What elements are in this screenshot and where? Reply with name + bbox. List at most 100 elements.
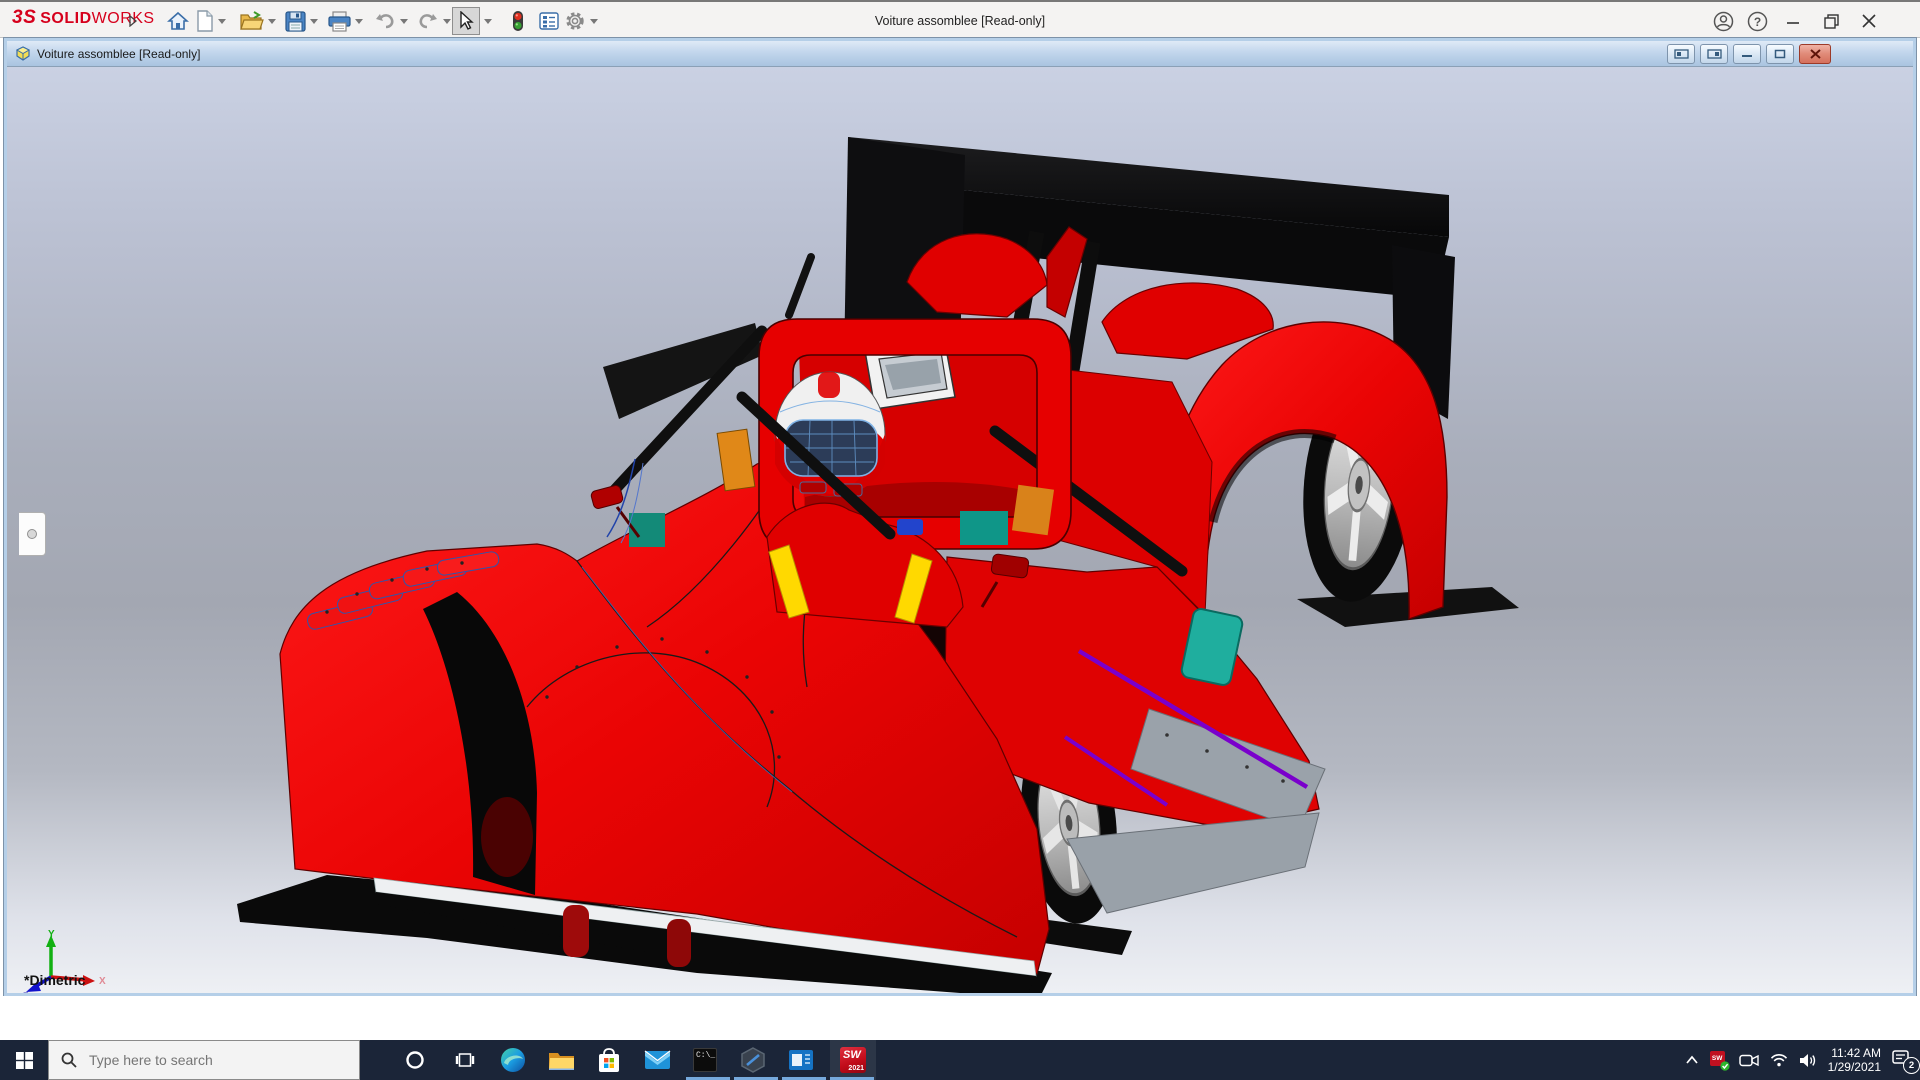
- windscreen: [603, 323, 763, 419]
- appearances-button[interactable]: [504, 7, 532, 35]
- interior-orange: [1012, 485, 1054, 536]
- undo-button[interactable]: [374, 7, 408, 35]
- doc-restore-icon: [1774, 49, 1786, 59]
- save-dropdown[interactable]: [310, 19, 318, 24]
- harness-buckle: [897, 519, 923, 535]
- meet-now-icon[interactable]: [1739, 1053, 1759, 1068]
- select-dropdown[interactable]: [484, 19, 492, 24]
- pane-toggle-right-button[interactable]: [1700, 44, 1728, 64]
- close-button[interactable]: [1854, 2, 1884, 40]
- interior-orange: [717, 429, 755, 491]
- select-cursor-icon: [457, 11, 475, 31]
- undo-icon: [374, 11, 396, 31]
- print-button[interactable]: [328, 7, 363, 35]
- open-icon: [240, 11, 264, 31]
- taskbar-app-desktop-app[interactable]: [777, 1040, 825, 1080]
- pane-right-icon: [1707, 49, 1722, 59]
- taskbar-app-solidworks[interactable]: SW 2021: [829, 1040, 877, 1080]
- display-pane-button[interactable]: [535, 7, 563, 35]
- search-input[interactable]: [87, 1051, 331, 1069]
- open-button[interactable]: [240, 7, 276, 35]
- doc-minimize-icon: [1741, 49, 1753, 59]
- solidworks-monitor-icon[interactable]: SW: [1710, 1051, 1728, 1069]
- select-button[interactable]: [452, 7, 492, 35]
- car-model: [7, 67, 1913, 993]
- restore-button[interactable]: [1816, 2, 1846, 40]
- gear-icon: [564, 10, 586, 32]
- triad-y-label: Y: [48, 929, 55, 940]
- mail-icon: [644, 1050, 671, 1070]
- cortana-button[interactable]: [392, 1040, 438, 1080]
- volume-icon[interactable]: [1799, 1053, 1817, 1068]
- new-document-button[interactable]: [196, 7, 226, 35]
- doc-close-button[interactable]: [1799, 44, 1831, 64]
- start-button[interactable]: [0, 1040, 48, 1080]
- task-view-icon: [455, 1052, 475, 1068]
- options-button[interactable]: [564, 7, 598, 35]
- taskbar: C:\_ SW 2021 SW 11:42 AM 1/29/2021 2: [0, 1040, 1920, 1080]
- taskbar-app-file-explorer[interactable]: [537, 1040, 585, 1080]
- windows-logo-icon: [16, 1052, 33, 1069]
- tray-chevron-up-icon[interactable]: [1685, 1055, 1699, 1065]
- notification-badge: 2: [1903, 1057, 1920, 1074]
- app-window-title: Voiture assomblee [Read-only]: [760, 2, 1160, 40]
- menu-flyout-arrow[interactable]: [128, 7, 138, 35]
- brand-bold: SOLID: [40, 10, 91, 27]
- tray-time: 11:42 AM: [1828, 1046, 1881, 1060]
- document-window: Voiture assomblee [Read-only]: [4, 38, 1916, 996]
- help-button[interactable]: ?: [1742, 2, 1772, 40]
- save-icon: [285, 11, 306, 32]
- taskbar-search[interactable]: [48, 1040, 360, 1080]
- appearance-traffic-light-icon: [511, 10, 525, 32]
- help-icon: ?: [1747, 11, 1768, 32]
- minimize-icon: [1786, 14, 1800, 28]
- home-icon: [167, 11, 189, 31]
- app-title-bar: 3S SOLIDWORKS Voi: [0, 0, 1920, 38]
- print-icon: [328, 11, 351, 32]
- feature-pane-tab[interactable]: [19, 512, 46, 556]
- notification-center-button[interactable]: 2: [1892, 1050, 1914, 1070]
- close-icon: [1862, 14, 1876, 28]
- taskbar-app-command-prompt[interactable]: C:\_: [681, 1040, 729, 1080]
- account-icon: [1713, 11, 1734, 32]
- home-button[interactable]: [164, 7, 192, 35]
- pane-toggle-left-button[interactable]: [1667, 44, 1695, 64]
- triad-z-label: Z: [23, 991, 29, 993]
- redo-dropdown[interactable]: [443, 19, 451, 24]
- pane-left-icon: [1674, 49, 1689, 59]
- pane-tab-knob: [27, 529, 37, 539]
- microsoft-store-icon: [597, 1048, 621, 1073]
- flyout-arrow-icon: [128, 15, 138, 27]
- graphics-viewport[interactable]: Y X Z *Dimetric: [7, 67, 1913, 993]
- tray-clock[interactable]: 11:42 AM 1/29/2021: [1828, 1046, 1881, 1074]
- account-button[interactable]: [1708, 2, 1738, 40]
- desktop-app-icon: [788, 1049, 814, 1071]
- search-icon: [61, 1052, 77, 1068]
- statusbar-area: [0, 996, 1920, 1040]
- brand-glyph: 3S: [12, 7, 36, 29]
- new-document-dropdown[interactable]: [218, 19, 226, 24]
- doc-close-icon: [1810, 49, 1821, 59]
- svg-text:?: ?: [1753, 15, 1760, 29]
- wifi-icon[interactable]: [1770, 1053, 1788, 1067]
- save-button[interactable]: [285, 7, 318, 35]
- doc-minimize-button[interactable]: [1733, 44, 1761, 64]
- print-dropdown[interactable]: [355, 19, 363, 24]
- redo-button[interactable]: [417, 7, 451, 35]
- open-dropdown[interactable]: [268, 19, 276, 24]
- assembly-icon: [15, 46, 31, 61]
- undo-dropdown[interactable]: [400, 19, 408, 24]
- edge-icon: [500, 1047, 526, 1073]
- minimize-button[interactable]: [1778, 2, 1808, 40]
- triad-x-label: X: [99, 976, 106, 987]
- options-dropdown[interactable]: [590, 19, 598, 24]
- task-view-button[interactable]: [442, 1040, 488, 1080]
- taskbar-app-mail[interactable]: [633, 1040, 681, 1080]
- view-orientation-label: *Dimetric: [24, 972, 85, 988]
- document-title-bar[interactable]: Voiture assomblee [Read-only]: [7, 41, 1913, 67]
- doc-restore-button[interactable]: [1766, 44, 1794, 64]
- solidworks-2021-icon: SW 2021: [840, 1047, 866, 1073]
- taskbar-app-edge[interactable]: [489, 1040, 537, 1080]
- taskbar-app-edrawings[interactable]: [729, 1040, 777, 1080]
- taskbar-app-store[interactable]: [585, 1040, 633, 1080]
